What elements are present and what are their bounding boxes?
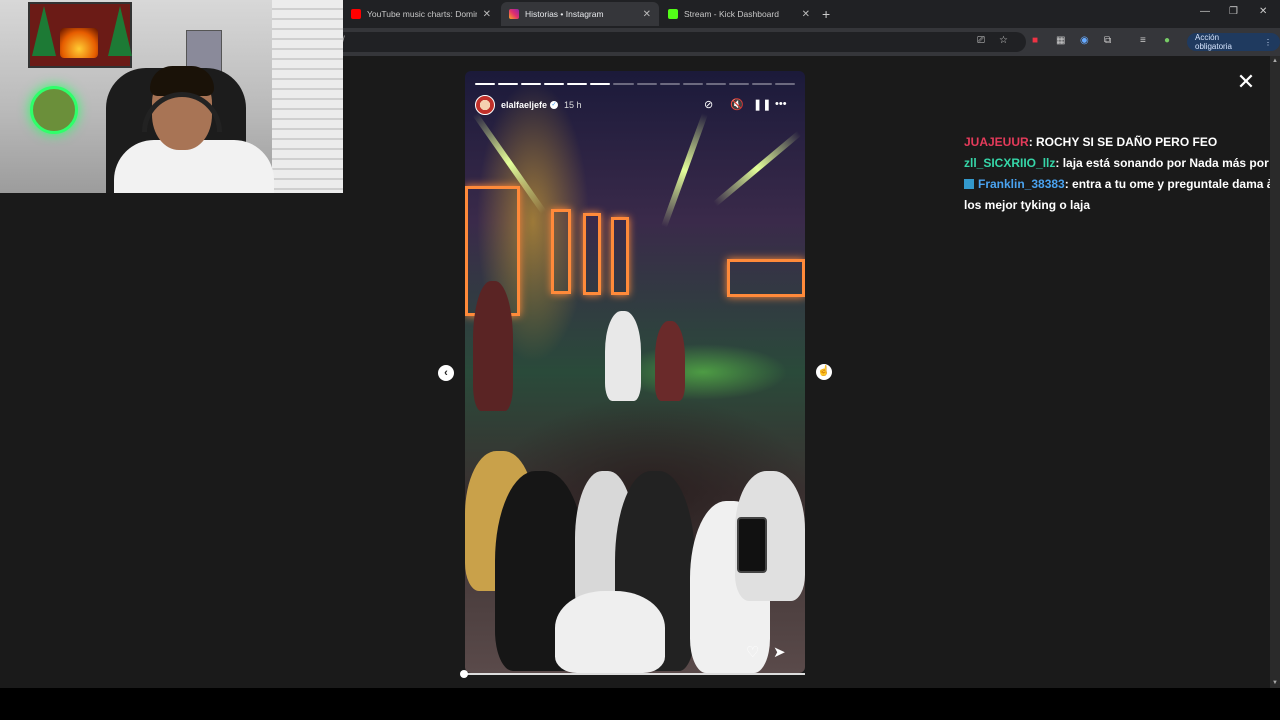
extensions-puzzle-icon[interactable]: ⧉ xyxy=(1104,35,1111,46)
close-tab-icon[interactable]: ✕ xyxy=(643,9,651,20)
story-progress-bar xyxy=(475,83,796,85)
chat-message: Franklin_38383: entra a tu ome y pregunt… xyxy=(964,174,1280,216)
stream-chat-overlay: JUAJEUUR: ROCHY SI SE DAÑO PERO FEO zll_… xyxy=(964,132,1280,216)
more-options-icon[interactable]: ••• xyxy=(775,98,787,110)
story-progress-segment xyxy=(636,83,657,85)
close-tab-icon[interactable]: ✕ xyxy=(483,9,491,20)
neon-logo-sign xyxy=(30,86,78,134)
story-timestamp: 15 h xyxy=(564,100,582,110)
chat-badge-icon xyxy=(964,179,974,189)
story-progress-segment xyxy=(682,83,703,85)
crowd-person xyxy=(555,591,665,673)
christmas-tree-left xyxy=(32,6,56,56)
tab-label: Stream - Kick Dashboard xyxy=(684,9,779,19)
minimize-icon[interactable]: — xyxy=(1200,6,1210,17)
story-viewer[interactable]: elalfaeljefe ✓ 15 h ⊘ 🔇 ❚❚ ••• ♡ ➤ xyxy=(465,71,805,673)
captions-off-icon[interactable]: ⊘ xyxy=(704,98,713,111)
hand-cursor-icon: ☝ xyxy=(816,364,832,380)
stage-sign xyxy=(727,259,805,297)
stage-led-panel xyxy=(551,209,571,294)
story-username[interactable]: elalfaeljefe xyxy=(501,100,547,110)
bookmark-star-icon[interactable]: ☆ xyxy=(999,35,1008,46)
close-tab-icon[interactable]: ✕ xyxy=(802,9,810,20)
chat-text: : laja está sonando por Nada más por Bla… xyxy=(1055,156,1280,170)
tab-instagram-historias[interactable]: Historias • Instagram ✕ xyxy=(501,2,659,26)
previous-story-chevron-icon[interactable]: ‹ xyxy=(438,365,454,381)
extension-icon[interactable]: ▦ xyxy=(1056,35,1065,46)
install-app-icon[interactable]: ⎚ xyxy=(977,35,985,46)
close-window-icon[interactable]: ✕ xyxy=(1259,6,1267,17)
band-member xyxy=(655,321,685,401)
window-blinds xyxy=(272,0,343,193)
action-required-label: Acción obligatoria xyxy=(1195,33,1232,51)
new-tab-icon[interactable]: + xyxy=(822,6,830,22)
video-scrubber-knob[interactable] xyxy=(460,670,468,678)
address-bar[interactable] xyxy=(334,32,1026,52)
tab-kick-dashboard[interactable]: Stream - Kick Dashboard ✕ xyxy=(660,2,818,26)
singer xyxy=(605,311,641,401)
stage-led-panel xyxy=(611,217,629,295)
pause-icon[interactable]: ❚❚ xyxy=(753,98,771,111)
scroll-up-icon[interactable]: ▲ xyxy=(1272,58,1278,64)
chat-username: JUAJEUUR xyxy=(964,135,1029,149)
fireplace-flame xyxy=(60,28,98,58)
close-story-icon[interactable]: ✕ xyxy=(1236,71,1256,93)
page-scrollbar[interactable]: ▲ ▼ xyxy=(1270,56,1280,688)
christmas-tree-right xyxy=(108,6,132,56)
like-heart-icon[interactable]: ♡ xyxy=(746,643,759,661)
story-progress-segment xyxy=(475,83,496,85)
story-header: elalfaeljefe ✓ 15 h xyxy=(475,94,795,116)
profile-avatar-icon[interactable]: ● xyxy=(1164,35,1170,46)
stage-light-beam xyxy=(661,112,708,228)
chat-message: zll_SICXRIIO_llz: laja está sonando por … xyxy=(964,153,1280,174)
webcam-overlay xyxy=(0,0,343,193)
chat-text: : ROCHY SI SE DAÑO PERO FEO xyxy=(1028,135,1218,149)
taskbar xyxy=(0,688,1280,720)
tab-youtube-music-charts[interactable]: YouTube music charts: Dominic ✕ xyxy=(343,2,499,26)
extension-red-icon[interactable]: ■ xyxy=(1032,35,1038,46)
scroll-down-icon[interactable]: ▼ xyxy=(1272,680,1278,686)
chat-username: Franklin_38383 xyxy=(978,177,1065,191)
story-progress-segment xyxy=(659,83,680,85)
share-send-icon[interactable]: ➤ xyxy=(773,643,786,661)
story-progress-segment xyxy=(590,83,611,85)
instagram-icon xyxy=(509,9,519,19)
story-progress-segment xyxy=(775,83,796,85)
more-menu-icon: ⋮ xyxy=(1264,37,1272,47)
story-progress-segment xyxy=(521,83,542,85)
story-progress-segment xyxy=(705,83,726,85)
action-required-button[interactable]: Acción obligatoria ⋮ xyxy=(1187,33,1280,51)
chat-message: JUAJEUUR: ROCHY SI SE DAÑO PERO FEO xyxy=(964,132,1280,153)
phone-in-hand xyxy=(737,517,767,573)
restore-icon[interactable]: ❐ xyxy=(1229,6,1238,17)
story-progress-segment xyxy=(498,83,519,85)
youtube-icon xyxy=(351,9,361,19)
story-progress-segment xyxy=(544,83,565,85)
mute-icon[interactable]: 🔇 xyxy=(730,98,744,111)
extension-wave-icon[interactable]: ◉ xyxy=(1080,35,1089,46)
story-avatar[interactable] xyxy=(475,95,495,115)
stage-light-beam xyxy=(713,130,802,207)
story-progress-segment xyxy=(751,83,773,85)
tab-label: YouTube music charts: Dominic xyxy=(367,9,477,19)
kick-icon xyxy=(668,9,678,19)
story-progress-segment xyxy=(567,83,588,85)
chat-username: zll_SICXRIIO_llz xyxy=(964,156,1056,170)
band-member xyxy=(473,281,513,411)
stage-led-panel xyxy=(583,213,601,295)
screen: YouTube music charts: Dominic ✕ Historia… xyxy=(0,0,1280,720)
story-progress-segment xyxy=(728,83,749,85)
story-progress-segment xyxy=(613,83,634,85)
reading-list-icon[interactable]: ≡ xyxy=(1140,35,1146,46)
tab-label: Historias • Instagram xyxy=(525,9,604,19)
verified-badge-icon: ✓ xyxy=(550,101,559,109)
video-scrubber[interactable] xyxy=(465,673,805,675)
